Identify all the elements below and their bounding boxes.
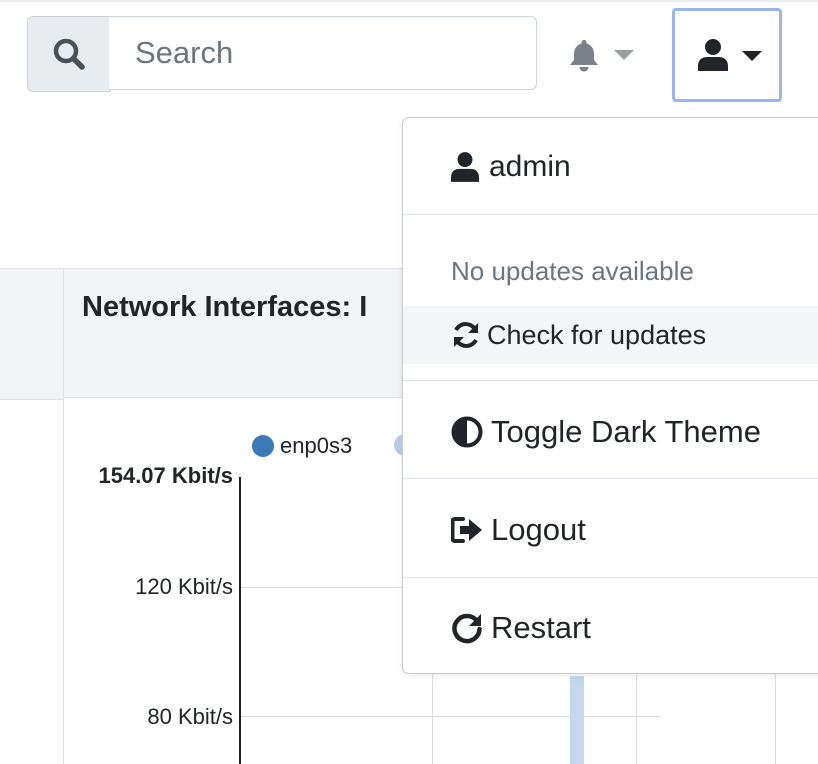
update-status-text: No updates available bbox=[451, 255, 694, 286]
refresh-icon bbox=[451, 320, 481, 350]
top-border bbox=[0, 0, 818, 2]
card-border bbox=[63, 398, 64, 764]
y-axis bbox=[239, 477, 241, 764]
menu-divider bbox=[403, 214, 818, 215]
notifications-button[interactable] bbox=[568, 38, 600, 77]
restart-icon bbox=[451, 612, 483, 644]
menu-divider bbox=[403, 577, 818, 578]
search-icon bbox=[53, 38, 85, 70]
username-label: admin bbox=[489, 150, 571, 183]
grid-line bbox=[241, 716, 661, 717]
check-updates-label: Check for updates bbox=[487, 319, 707, 350]
search-input[interactable] bbox=[109, 16, 537, 90]
chevron-down-icon bbox=[742, 51, 762, 61]
logout-label: Logout bbox=[491, 512, 586, 547]
user-icon bbox=[698, 39, 728, 71]
legend-marker-enp0s3[interactable] bbox=[252, 435, 274, 457]
bell-icon bbox=[570, 40, 598, 72]
user-info: admin bbox=[403, 146, 818, 188]
chart-bar bbox=[570, 676, 584, 764]
y-tick-label: 154.07 Kbit/s bbox=[98, 463, 233, 488]
toggle-dark-theme-item[interactable]: Toggle Dark Theme bbox=[403, 408, 818, 456]
chevron-down-icon[interactable] bbox=[614, 50, 634, 60]
chart-legend: enp0s3 bbox=[252, 432, 352, 460]
card-header-side bbox=[0, 268, 63, 400]
legend-label-enp0s3[interactable]: enp0s3 bbox=[280, 433, 352, 459]
update-status: No updates available bbox=[403, 252, 818, 290]
restart-label: Restart bbox=[491, 610, 591, 645]
search-group bbox=[27, 16, 539, 92]
toggle-dark-theme-label: Toggle Dark Theme bbox=[491, 414, 761, 449]
user-menu-button[interactable] bbox=[672, 8, 782, 102]
card-title: Network Interfaces: I bbox=[82, 291, 368, 323]
contrast-icon bbox=[451, 416, 483, 448]
menu-divider bbox=[403, 380, 818, 381]
user-icon bbox=[451, 151, 479, 183]
y-tick-label: 120 Kbit/s bbox=[135, 574, 233, 599]
logout-icon bbox=[451, 516, 483, 544]
check-updates-item[interactable]: Check for updates bbox=[403, 306, 818, 364]
search-button[interactable] bbox=[27, 16, 111, 92]
restart-item[interactable]: Restart bbox=[403, 604, 818, 652]
y-tick-label: 80 Kbit/s bbox=[147, 704, 233, 729]
menu-divider bbox=[403, 478, 818, 479]
user-dropdown-menu: admin No updates available Check for upd… bbox=[402, 117, 818, 674]
logout-item[interactable]: Logout bbox=[403, 506, 818, 554]
